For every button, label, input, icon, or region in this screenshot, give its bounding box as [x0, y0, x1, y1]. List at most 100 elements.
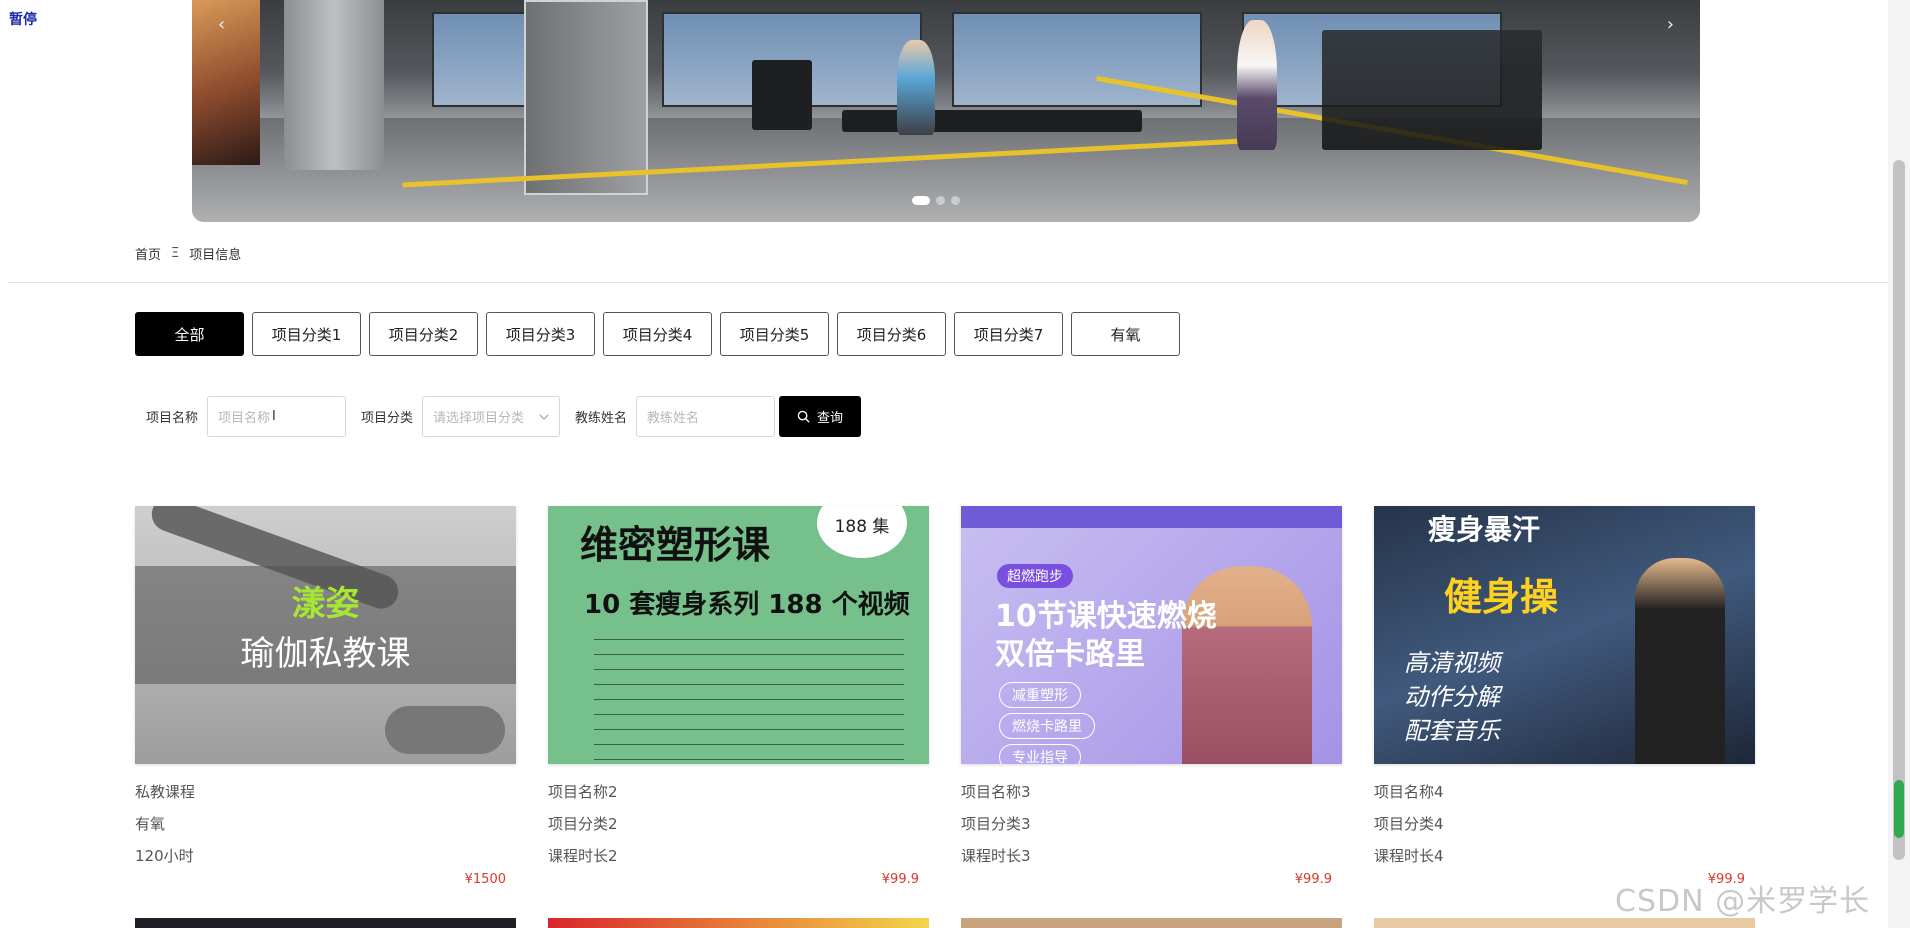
- coach-name-input[interactable]: 教练姓名: [636, 396, 776, 437]
- tab-category-6[interactable]: 项目分类6: [837, 312, 946, 356]
- banner-next-icon[interactable]: ›: [1667, 14, 1674, 35]
- project-card-duration: 课程时长4: [1374, 847, 1444, 865]
- image-tag: 专业指导: [999, 744, 1081, 764]
- banner-rack: [1322, 30, 1542, 150]
- image-title-text: 10节课快速燃烧 双倍卡路里: [995, 598, 1217, 674]
- tab-category-2[interactable]: 项目分类2: [369, 312, 478, 356]
- image-subtitle-text: 10 套瘦身系列 188 个视频: [584, 590, 910, 620]
- image-tag: 减重塑形: [999, 682, 1081, 708]
- tab-category-3[interactable]: 项目分类3: [486, 312, 595, 356]
- pause-badge[interactable]: 暂停: [9, 9, 37, 29]
- tab-category-5[interactable]: 项目分类5: [720, 312, 829, 356]
- project-card-price: ¥1500: [464, 872, 506, 887]
- banner-carousel[interactable]: ‹ ›: [192, 0, 1700, 222]
- banner-poster: [192, 0, 260, 165]
- image-title-line: 双倍卡路里: [995, 637, 1145, 672]
- image-title-line: 10节课快速燃烧: [995, 599, 1217, 634]
- scrollbar-thumb[interactable]: [1893, 160, 1905, 860]
- image-title-text: 瑜伽私教课: [240, 634, 411, 674]
- breadcrumb-current: 项目信息: [189, 248, 242, 263]
- project-card[interactable]: 超燃跑步 10节课快速燃烧 双倍卡路里 减重塑形 燃烧卡路里 专业指导 项目名称…: [961, 506, 1342, 887]
- project-card[interactable]: 漾姿 瑜伽私教课 私教课程 有氧 120小时 ¥1500: [135, 506, 516, 887]
- image-title-text: 维密塑形课: [580, 523, 771, 567]
- project-card-category: 项目分类4: [1374, 815, 1444, 833]
- image-feature-line: 高清视频: [1404, 649, 1500, 677]
- scrollbar-indicator: [1894, 780, 1904, 838]
- image-top-strip: [961, 506, 1342, 528]
- coach-name-placeholder: 教练姓名: [647, 411, 700, 426]
- image-brand-text: 漾姿: [291, 584, 360, 624]
- search-bar: 项目名称 项目名称 I 项目分类 请选择项目分类 教练姓名 教练姓名 查询: [146, 396, 862, 437]
- banner-pillar: [284, 0, 384, 170]
- search-icon: [797, 410, 810, 423]
- project-card-grid: 漾姿 瑜伽私教课 私教课程 有氧 120小时 ¥1500 维密塑形课 188 集…: [135, 506, 1755, 887]
- divider: [8, 282, 1888, 283]
- category-tabs: 全部 项目分类1 项目分类2 项目分类3 项目分类4 项目分类5 项目分类6 项…: [135, 312, 1180, 356]
- project-card-category: 项目分类2: [548, 815, 618, 833]
- project-card-duration: 课程时长2: [548, 847, 618, 865]
- project-category-label: 项目分类: [361, 411, 414, 426]
- project-card-price: ¥99.9: [881, 872, 919, 887]
- image-course-list: [594, 630, 904, 760]
- project-name-input[interactable]: 项目名称 I: [207, 396, 347, 437]
- banner-pagination: [912, 196, 960, 205]
- project-category-placeholder: 请选择项目分类: [433, 411, 525, 426]
- image-feature-list: 高清视频 动作分解 配套音乐: [1404, 646, 1500, 748]
- image-feature-line: 动作分解: [1404, 683, 1500, 711]
- breadcrumb-separator: Ξ: [171, 246, 180, 261]
- project-card-image-partial[interactable]: [548, 918, 929, 928]
- project-card[interactable]: 瘦身暴汗 健身操 高清视频 动作分解 配套音乐 项目名称4 项目分类4 课程时长…: [1374, 506, 1755, 887]
- image-tag: 燃烧卡路里: [999, 713, 1095, 739]
- watermark: CSDN @米罗学长: [1615, 884, 1871, 919]
- project-card-category: 有氧: [135, 815, 166, 833]
- query-button[interactable]: 查询: [779, 396, 862, 437]
- image-pill: 超燃跑步: [997, 564, 1073, 588]
- breadcrumb: 首页 Ξ 项目信息: [135, 244, 241, 263]
- project-card-duration: 120小时: [135, 847, 194, 865]
- banner-dot[interactable]: [936, 196, 945, 205]
- project-card-image-partial[interactable]: [135, 918, 516, 928]
- tab-category-1[interactable]: 项目分类1: [252, 312, 361, 356]
- tab-all[interactable]: 全部: [135, 312, 244, 356]
- project-card-price: ¥99.9: [1294, 872, 1332, 887]
- project-card-image[interactable]: 维密塑形课 188 集 10 套瘦身系列 188 个视频: [548, 506, 929, 764]
- image-top-text: 瘦身暴汗: [1428, 513, 1541, 546]
- tab-category-7[interactable]: 项目分类7: [954, 312, 1063, 356]
- banner-dot-active[interactable]: [912, 196, 930, 205]
- image-feature-line: 配套音乐: [1404, 717, 1500, 745]
- project-name-label: 项目名称: [146, 411, 199, 426]
- page-scrollbar[interactable]: [1888, 0, 1910, 928]
- project-card-name: 项目名称4: [1374, 783, 1444, 801]
- banner-cabinet: [524, 0, 648, 195]
- project-card-image[interactable]: 漾姿 瑜伽私教课: [135, 506, 516, 764]
- project-card-name: 项目名称3: [961, 783, 1031, 801]
- project-card[interactable]: 维密塑形课 188 集 10 套瘦身系列 188 个视频 项目名称2 项目分类2…: [548, 506, 929, 887]
- banner-bench: [842, 110, 1142, 132]
- yoga-figure: [385, 706, 505, 754]
- banner-person: [1237, 20, 1277, 150]
- project-category-select[interactable]: 请选择项目分类: [422, 396, 561, 437]
- dancer-figure: [1635, 558, 1725, 764]
- text-cursor-icon: I: [272, 409, 276, 424]
- project-card-name: 项目名称2: [548, 783, 618, 801]
- tab-category-4[interactable]: 项目分类4: [603, 312, 712, 356]
- coach-name-label: 教练姓名: [575, 411, 628, 426]
- banner-prev-icon[interactable]: ‹: [218, 14, 225, 35]
- tab-aerobic[interactable]: 有氧: [1071, 312, 1180, 356]
- breadcrumb-home[interactable]: 首页: [135, 244, 161, 263]
- chevron-down-icon: [539, 414, 549, 420]
- image-bubble: 188 集: [817, 506, 907, 558]
- banner-person: [897, 40, 935, 135]
- project-card-image[interactable]: 瘦身暴汗 健身操 高清视频 动作分解 配套音乐: [1374, 506, 1755, 764]
- banner-treadmill: [752, 60, 812, 130]
- banner-dot[interactable]: [951, 196, 960, 205]
- query-button-label: 查询: [817, 411, 844, 426]
- project-card-duration: 课程时长3: [961, 847, 1031, 865]
- project-card-image[interactable]: 超燃跑步 10节课快速燃烧 双倍卡路里 减重塑形 燃烧卡路里 专业指导: [961, 506, 1342, 764]
- project-name-placeholder: 项目名称: [218, 411, 271, 426]
- project-card-name: 私教课程: [135, 783, 196, 801]
- image-title-text: 健身操: [1444, 575, 1559, 619]
- project-card-category: 项目分类3: [961, 815, 1031, 833]
- project-card-image-partial[interactable]: [961, 918, 1342, 928]
- next-row-cards: [135, 918, 1755, 928]
